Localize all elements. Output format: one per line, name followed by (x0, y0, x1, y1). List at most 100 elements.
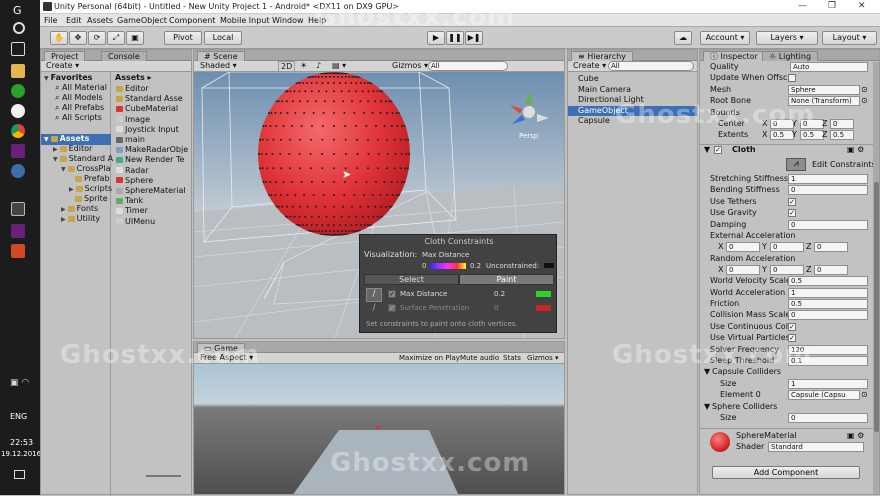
lighting-toggle-icon[interactable]: ☀ (300, 61, 307, 71)
surface-penetration-color[interactable] (536, 305, 551, 311)
component-settings-icon[interactable]: ▣ ⚙ (847, 145, 864, 155)
hierarchy-item[interactable]: Main Camera (568, 85, 697, 95)
paint-tab-button[interactable]: Paint (459, 274, 554, 285)
unity-taskbar-icon[interactable] (11, 202, 25, 216)
inspector-field[interactable]: 0 (788, 185, 868, 196)
tab-console[interactable]: Console (101, 51, 147, 61)
move-tool-button[interactable]: ✥ (69, 31, 87, 45)
local-toggle[interactable]: Local (204, 31, 242, 45)
tab-inspector[interactable]: ⓘ Inspector (703, 51, 765, 61)
object-field[interactable]: Capsule (Capsu (788, 390, 860, 401)
scene-search-input[interactable]: All (428, 61, 508, 71)
hierarchy-create-button[interactable]: Create ▾ (573, 61, 606, 71)
asset-item[interactable]: Joystick Input (116, 125, 179, 135)
inspector-field[interactable]: 0.5 (788, 299, 868, 309)
audio-toggle-icon[interactable]: ♪ (316, 61, 321, 71)
asset-item[interactable]: Image (116, 115, 150, 125)
task-view-icon[interactable] (11, 42, 25, 56)
tray-icons[interactable]: ▣ ◠ (10, 378, 30, 396)
tab-hierarchy[interactable]: ≡ Hierarchy (571, 51, 633, 61)
edit-constraints-button[interactable]: ⩘ (786, 158, 806, 171)
menu-assets[interactable]: Assets (87, 16, 113, 25)
minimize-button[interactable]: — (798, 1, 807, 11)
rotate-tool-button[interactable]: ⟳ (88, 31, 106, 45)
asset-item[interactable]: Sphere (116, 176, 153, 186)
project-zoom-slider[interactable] (146, 475, 181, 477)
asset-item[interactable]: Timer (116, 206, 148, 216)
hierarchy-search-input[interactable]: All (608, 61, 694, 71)
brush-tool-icon[interactable]: ∕ (366, 288, 382, 302)
menu-window[interactable]: Window (272, 16, 304, 25)
clock-date[interactable]: 19.12.2016 (1, 450, 41, 458)
object-picker-icon[interactable]: ⊙ (861, 390, 868, 400)
inspector-checkbox[interactable]: ✓ (714, 146, 722, 154)
maximize-on-play-toggle[interactable]: Maximize on Play (399, 353, 460, 363)
project-create-button[interactable]: Create ▾ (46, 61, 79, 71)
vector-field[interactable]: 0 (770, 242, 804, 253)
vector-field[interactable]: 0.5 (800, 130, 824, 140)
object-field[interactable]: Sphere (788, 84, 860, 95)
inspector-scroll-thumb[interactable] (874, 182, 879, 432)
pivot-toggle[interactable]: Pivot (164, 31, 202, 45)
select-tab-button[interactable]: Select (364, 274, 459, 285)
visualization-dropdown[interactable]: Max Distance (422, 250, 469, 260)
surface-penetration-value[interactable]: 0 (494, 303, 498, 313)
unconstrained-swatch[interactable] (544, 263, 554, 268)
inspector-field[interactable]: 0.5 (788, 276, 868, 287)
menu-component[interactable]: Component (169, 16, 215, 25)
inspector-field[interactable]: 0 (788, 310, 868, 321)
inspector-field[interactable]: 1 (788, 287, 868, 298)
quality-dropdown[interactable]: Auto (790, 62, 868, 72)
asset-item[interactable]: Radar (116, 166, 149, 176)
inspector-field[interactable]: 0 (788, 413, 868, 423)
asset-item[interactable]: Editor (116, 84, 149, 94)
inspector-checkbox[interactable] (788, 74, 796, 83)
asset-item[interactable]: Tank (116, 196, 143, 206)
account-dropdown[interactable]: Account ▾ (700, 31, 750, 45)
max-distance-checkbox[interactable]: ✓ (388, 290, 396, 298)
asset-item[interactable]: Standard Asse (116, 94, 183, 104)
vector-field[interactable]: 0 (814, 242, 848, 253)
add-component-button[interactable]: Add Component (712, 466, 860, 479)
vector-field[interactable]: 0 (726, 264, 760, 275)
play-button[interactable]: ▶ (427, 31, 445, 45)
language-indicator[interactable]: ENG (10, 412, 27, 421)
visual-studio-2-icon[interactable] (11, 224, 25, 238)
hand-tool-button[interactable]: ✋ (50, 31, 68, 45)
yandex-browser-icon[interactable] (11, 104, 25, 118)
tree-item[interactable]: Prefab (75, 174, 110, 184)
asset-item[interactable]: UIMenu (116, 217, 155, 227)
stats-toggle[interactable]: Stats (503, 353, 521, 363)
asset-item[interactable]: SphereMaterial (116, 186, 186, 196)
vector-field[interactable]: 0.5 (770, 130, 794, 140)
pause-button[interactable]: ❚❚ (446, 31, 464, 45)
visual-studio-icon[interactable] (11, 144, 25, 158)
vector-field[interactable]: 0 (726, 242, 760, 253)
green-app-icon[interactable] (11, 84, 25, 98)
menu-mobile-input[interactable]: Mobile Input (220, 16, 270, 25)
vector-field[interactable]: 0 (814, 264, 848, 275)
notifications-icon[interactable] (14, 470, 25, 479)
file-explorer-icon[interactable] (11, 64, 25, 78)
component-settings-icon[interactable]: ▣ ⚙ (847, 431, 864, 441)
menu-file[interactable]: File (44, 16, 57, 25)
maximize-button[interactable]: ❐ (828, 1, 836, 11)
fav-item[interactable]: ⌕ All Material (55, 83, 107, 93)
vector-field[interactable]: 0 (770, 264, 804, 275)
vector-field[interactable]: 0 (830, 119, 854, 129)
vector-field[interactable]: 0.5 (830, 130, 854, 140)
inspector-checkbox[interactable]: ✓ (788, 209, 796, 218)
close-button[interactable]: ✕ (858, 1, 866, 11)
inspector-field[interactable]: 1 (788, 174, 868, 184)
tab-lighting[interactable]: ☼ Lighting (762, 51, 819, 61)
chrome-icon[interactable] (11, 124, 25, 138)
cortana-icon[interactable] (13, 22, 25, 34)
layers-dropdown[interactable]: Layers ▾ (756, 31, 818, 45)
layout-dropdown[interactable]: Layout ▾ (822, 31, 877, 45)
clock-time[interactable]: 22:53 (10, 438, 33, 447)
rect-tool-button[interactable]: ▣ (126, 31, 144, 45)
scale-tool-button[interactable]: ⤢ (107, 31, 125, 45)
inspector-checkbox[interactable]: ✓ (788, 197, 796, 206)
asset-item[interactable]: MakeRadarObje (116, 145, 188, 155)
inspector-field[interactable]: 1 (788, 378, 868, 389)
